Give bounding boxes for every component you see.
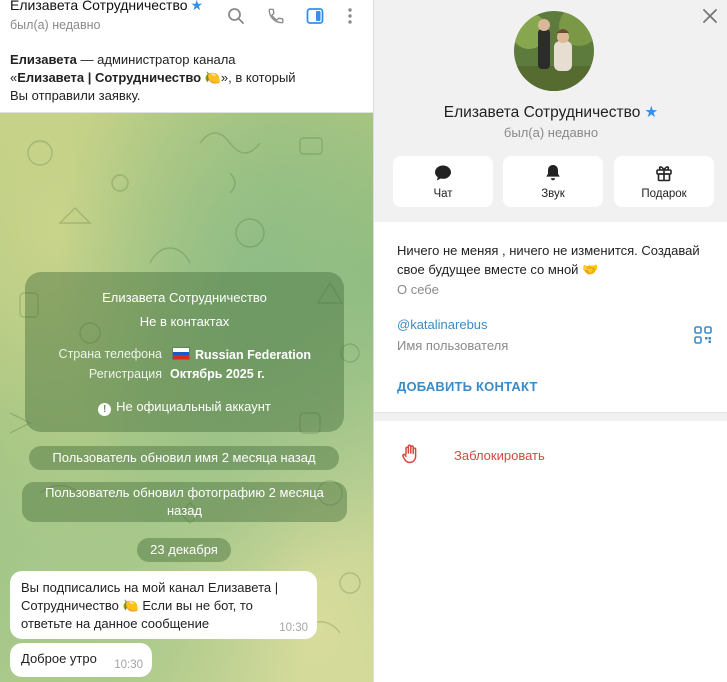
phone-country-label: Страна телефона	[58, 347, 162, 361]
unofficial-text: Не официальный аккаунт	[116, 399, 271, 414]
search-icon[interactable]	[224, 4, 248, 28]
chat-pane: Елизавета Сотрудничество ★ был(а) недавно…	[0, 0, 373, 682]
message-time: 10:30	[279, 622, 308, 634]
phone-country-value: Russian Federation	[172, 347, 311, 362]
section-divider	[374, 412, 727, 421]
service-message-name-update: Пользователь обновил имя 2 месяца назад	[29, 446, 339, 470]
sound-button-label: Звук	[541, 188, 565, 200]
profile-username[interactable]: @katalinarebus	[397, 317, 488, 332]
message-fragment: Если вы не бот, то	[138, 598, 253, 613]
notice-admin-name: Елизавета	[10, 52, 77, 67]
chat-bubble-icon	[393, 163, 493, 183]
message-line: Вы подписались на мой канал Елизавета |	[21, 580, 279, 595]
profile-username-label: Имя пользователя	[397, 338, 509, 353]
message-line: ответьте на данное сообщение	[21, 616, 210, 631]
registration-value-row: Октябрь 2025 г.	[170, 367, 340, 385]
chat-title-text: Елизавета Сотрудничество	[10, 0, 188, 13]
close-icon[interactable]	[700, 6, 720, 26]
profile-name-text: Елизавета Сотрудничество	[443, 104, 641, 121]
message-bubble[interactable]: Доброе утро 10:30	[10, 643, 152, 677]
block-button[interactable]: Заблокировать	[374, 440, 727, 472]
sidebar-toggle-icon[interactable]	[303, 4, 327, 28]
message-time: 10:30	[114, 659, 143, 671]
phone-icon[interactable]	[264, 4, 288, 28]
chat-button[interactable]: Чат	[393, 156, 493, 207]
hand-stop-icon	[401, 443, 421, 465]
exclamation-icon: !	[98, 403, 112, 416]
bell-icon	[503, 163, 603, 183]
photo-update-line2: назад	[166, 503, 203, 518]
phone-country-text: Russian Federation	[195, 348, 311, 362]
gift-button-label: Подарок	[641, 188, 687, 200]
qr-code-icon[interactable]	[694, 326, 712, 344]
chat-status: был(а) недавно	[10, 18, 101, 32]
info-card-contact-status: Не в контактах	[139, 314, 230, 329]
info-card-name: Елизавета Сотрудничество	[102, 290, 267, 305]
join-request-notice: Елизавета — администратор канала «Елизав…	[0, 44, 373, 113]
notice-text-2: », в который	[220, 70, 296, 85]
avatar[interactable]	[514, 11, 594, 91]
lemon-emoji-icon: 🍋	[122, 598, 139, 613]
phone-country-value-row: Russian Federation	[172, 347, 342, 365]
registration-label: Регистрация	[88, 367, 162, 381]
gift-icon	[614, 163, 714, 183]
message-fragment: Сотрудничество	[21, 598, 123, 613]
unofficial-account-note: ! Не официальный аккаунт	[25, 399, 344, 416]
sound-button[interactable]: Звук	[503, 156, 603, 207]
chat-header[interactable]: Елизавета Сотрудничество ★ был(а) недавно	[0, 0, 373, 45]
registration-value: Октябрь 2025 г.	[170, 367, 265, 381]
gift-button[interactable]: Подарок	[614, 156, 714, 207]
photo-update-line1: Пользователь обновил фотографию 2 месяца	[45, 485, 324, 500]
profile-bio: Ничего не меняя , ничего не изменится. С…	[397, 243, 700, 277]
russia-flag-icon	[172, 347, 190, 360]
premium-star-icon: ★	[190, 0, 204, 13]
registration-row: Регистрация	[25, 367, 162, 385]
profile-header: Елизавета Сотрудничество ★ был(а) недавно…	[374, 0, 727, 222]
service-message-photo-update: Пользователь обновил фотографию 2 месяца…	[22, 482, 347, 522]
notice-text-3: Вы отправили заявку.	[10, 88, 141, 103]
date-separator: 23 декабря	[137, 538, 231, 562]
message-text: Вы подписались на мой канал Елизавета | …	[21, 579, 278, 633]
profile-panel: Елизавета Сотрудничество ★ был(а) недавно…	[373, 0, 727, 682]
notice-channel-name[interactable]: Елизавета | Сотрудничество 🍋	[17, 70, 221, 85]
block-label: Заблокировать	[454, 448, 545, 463]
message-bubble[interactable]: Вы подписались на мой канал Елизавета | …	[10, 571, 317, 639]
chat-title[interactable]: Елизавета Сотрудничество ★	[10, 0, 203, 14]
user-info-card: Елизавета Сотрудничество Не в контактах …	[25, 272, 344, 432]
profile-status: был(а) недавно	[503, 125, 599, 140]
notice-text: — администратор канала	[76, 52, 236, 67]
chat-button-label: Чат	[433, 188, 453, 200]
premium-star-icon: ★	[644, 104, 659, 121]
more-vertical-icon[interactable]	[338, 4, 362, 28]
add-contact-button[interactable]: ДОБАВИТЬ КОНТАКТ	[397, 379, 538, 394]
phone-country-row: Страна телефона	[25, 347, 162, 365]
message-text: Доброе утро	[21, 651, 97, 666]
profile-name: Елизавета Сотрудничество ★	[374, 103, 727, 122]
message-line: Сотрудничество 🍋 Если вы не бот, то	[21, 597, 278, 615]
profile-bio-label: О себе	[397, 282, 439, 297]
